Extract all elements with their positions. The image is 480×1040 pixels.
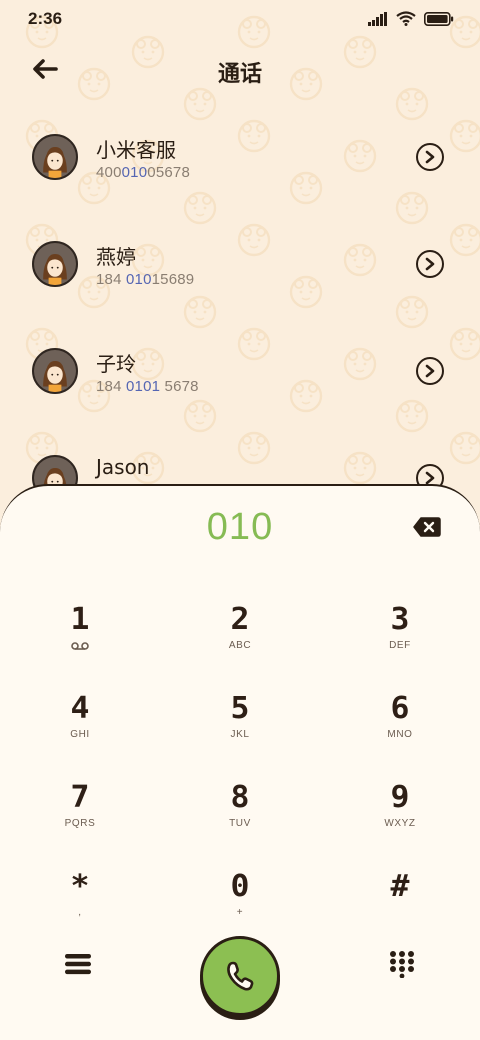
menu-icon	[65, 954, 91, 975]
avatar	[32, 241, 78, 287]
chevron-right-icon	[425, 150, 435, 164]
dial-key-2[interactable]: 2 ABC	[180, 604, 300, 684]
status-time: 2:36	[28, 9, 63, 28]
key-digit: 1	[70, 602, 90, 637]
key-digit: #	[390, 869, 410, 904]
dialpad-toggle-button[interactable]	[388, 950, 416, 979]
phone-icon	[227, 961, 254, 991]
contact-row[interactable]: 小米客服 40001005678	[0, 106, 480, 212]
contact-row[interactable]: 燕婷 184 01015689	[0, 213, 480, 319]
contact-number: 40001005678	[96, 164, 190, 181]
contact-detail-button[interactable]	[416, 357, 444, 385]
key-digit: 9	[390, 780, 410, 815]
dialpad-icon	[390, 951, 414, 979]
chevron-right-icon	[425, 471, 435, 485]
dial-key-7[interactable]: 7 PQRS	[20, 782, 140, 862]
number-match: 010	[121, 164, 148, 181]
number-prefix: 184	[96, 378, 126, 395]
contact-name: 子玲	[96, 352, 136, 376]
contact-row[interactable]: 子玲 184 0101 5678	[0, 320, 480, 426]
key-digit: *	[70, 869, 90, 904]
chevron-right-icon	[425, 257, 435, 271]
status-icons	[368, 11, 454, 26]
contact-name: Jason	[96, 455, 150, 479]
key-digit: 7	[70, 780, 90, 815]
header: 通话	[0, 48, 480, 92]
key-letters: PQRS	[64, 818, 96, 829]
contact-detail-button[interactable]	[416, 143, 444, 171]
dial-key-5[interactable]: 5 JKL	[180, 693, 300, 773]
dial-key-3[interactable]: 3 DEF	[340, 604, 460, 684]
key-digit: 6	[390, 691, 410, 726]
number-match: 0101	[126, 378, 161, 395]
key-digit: 3	[390, 602, 410, 637]
dial-key-4[interactable]: 4 GHI	[20, 693, 140, 773]
dial-key-star[interactable]: *,	[20, 871, 140, 951]
contact-name: 小米客服	[96, 138, 176, 162]
number-suffix: 15689	[151, 271, 195, 288]
key-letters: TUV	[229, 818, 251, 829]
contact-name: 燕婷	[96, 245, 136, 269]
key-letters: WXYZ	[384, 818, 416, 829]
key-digit: 8	[230, 780, 250, 815]
key-letters: JKL	[230, 729, 250, 740]
dial-key-hash[interactable]: #	[340, 871, 460, 951]
wifi-icon	[396, 11, 416, 26]
dialed-number: 010	[206, 506, 274, 548]
avatar	[32, 134, 78, 180]
call-button[interactable]	[200, 936, 280, 1016]
key-letters: +	[236, 907, 244, 918]
key-digit: 5	[230, 691, 250, 726]
contact-number: 184 0101 5678	[96, 378, 199, 395]
contact-detail-button[interactable]	[416, 250, 444, 278]
avatar	[32, 348, 78, 394]
dial-key-6[interactable]: 6 MNO	[340, 693, 460, 773]
page-title: 通话	[217, 62, 262, 87]
backspace-icon	[413, 517, 441, 537]
key-digit: 4	[70, 691, 90, 726]
status-bar: 2:36	[0, 0, 480, 40]
key-letters: GHI	[70, 729, 90, 740]
key-letters: ,	[78, 907, 82, 918]
key-digit: 2	[230, 602, 250, 637]
voicemail-icon	[71, 642, 89, 650]
key-letters: DEF	[389, 640, 411, 651]
contact-number: 184 01015689	[96, 271, 194, 288]
dial-key-9[interactable]: 9 WXYZ	[340, 782, 460, 862]
number-prefix: 400	[96, 164, 122, 181]
key-digit: 0	[230, 869, 250, 904]
backspace-button[interactable]	[412, 516, 442, 538]
dial-key-8[interactable]: 8 TUV	[180, 782, 300, 862]
key-letters: MNO	[387, 729, 413, 740]
number-suffix: 5678	[160, 378, 199, 395]
signal-icon	[368, 11, 387, 26]
battery-icon	[424, 11, 454, 26]
number-suffix: 05678	[147, 164, 190, 181]
dialer-panel: 010 1 2 ABC 3 DEF 4 GHI 5 JKL 6 MNO 7 PQRS 8 TUV 9 WXYZ…	[0, 484, 480, 1040]
chevron-right-icon	[425, 364, 435, 378]
menu-button[interactable]	[64, 952, 92, 976]
dial-key-1[interactable]: 1	[20, 604, 140, 684]
number-match: 010	[126, 271, 152, 288]
number-prefix: 184	[96, 271, 126, 288]
key-letters: ABC	[228, 640, 252, 651]
